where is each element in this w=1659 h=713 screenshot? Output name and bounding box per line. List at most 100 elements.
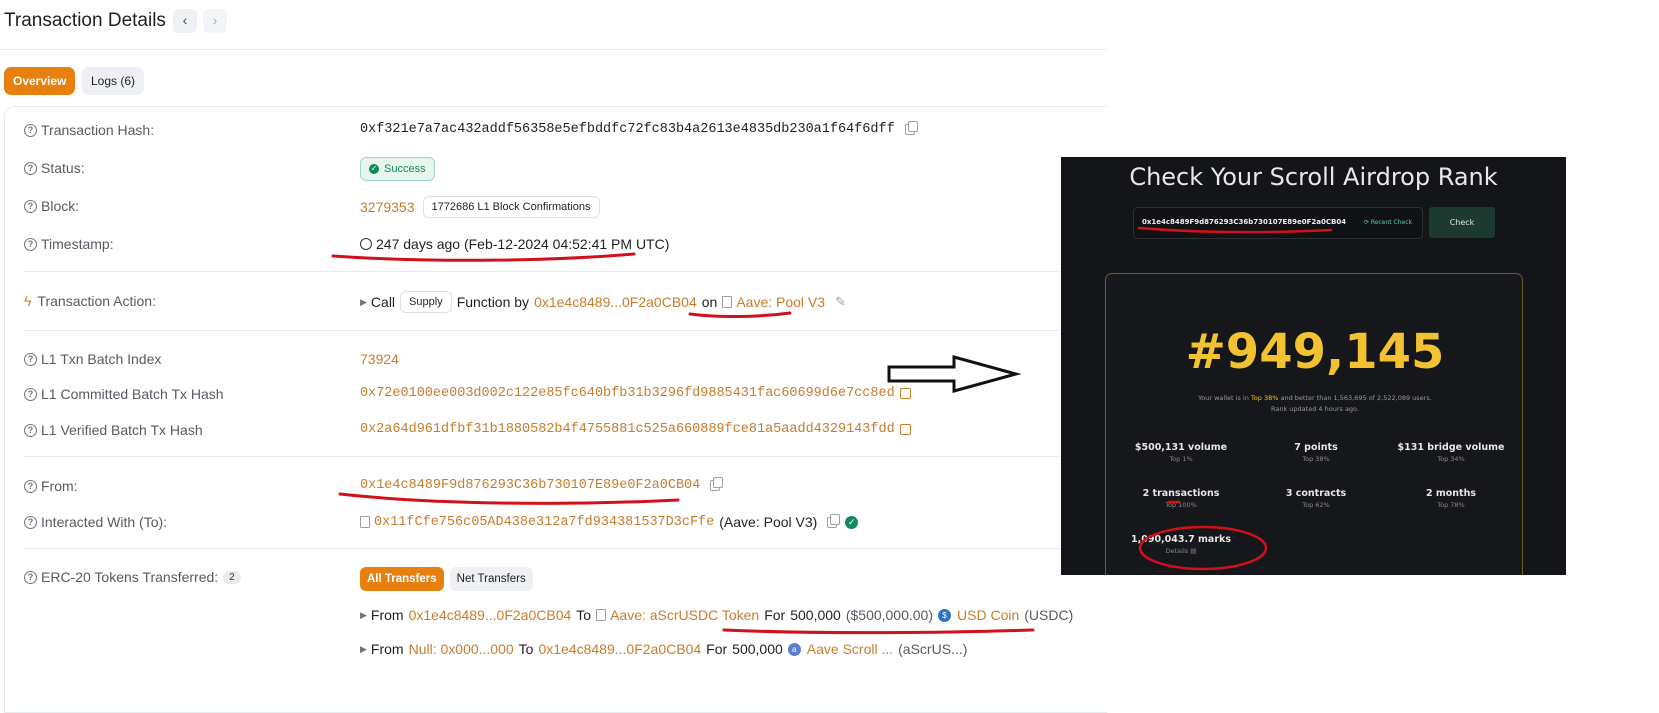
usdc-token-icon: $ (938, 608, 952, 622)
tx-hash-label: ? Transaction Hash: (24, 122, 154, 138)
page-title: Transaction Details (4, 10, 166, 31)
from-word: From (370, 641, 404, 657)
to-word: To (576, 607, 592, 623)
status-value: ✓ Success (360, 157, 435, 181)
confirmations-badge: 1772686 L1 Block Confirmations (422, 196, 600, 218)
l1-verified-link[interactable]: 0x2a64d961dfbf31b1880582b4f4755881c525a6… (360, 422, 895, 437)
help-icon: ? (24, 515, 37, 529)
net-transfers-button[interactable]: Net Transfers (449, 567, 533, 591)
token-link[interactable]: Aave Scroll ... (807, 641, 893, 657)
l1-committed-label: ? L1 Committed Batch Tx Hash (24, 386, 224, 402)
function-by-text: Function by (456, 294, 530, 310)
previous-tx-button[interactable]: ‹ (173, 9, 197, 33)
action-from-link[interactable]: 0x1e4c8489...0F2a0CB04 (534, 294, 697, 310)
caret-right-icon: ▶ (360, 296, 367, 307)
action-call-text: Call (370, 294, 396, 310)
help-icon: ? (24, 161, 37, 175)
external-link-icon[interactable] (899, 424, 911, 435)
stat-transactions: 2 transactions Top 100% (1142, 488, 1220, 509)
help-icon: ? (24, 479, 37, 493)
wallet-percentile-text: Your wallet is in Top 38% and better tha… (1198, 394, 1432, 402)
divider (24, 548, 1107, 549)
all-transfers-button[interactable]: All Transfers (360, 567, 444, 591)
transfer-amount: 500,000 (732, 641, 783, 657)
wallet-address-text: 0x1e4c8489F9d876293C36b730107E89e0F2a0CB… (1142, 218, 1347, 226)
token-link[interactable]: USD Coin (957, 607, 1019, 623)
block-label: ? Block: (24, 198, 79, 214)
erc20-filter-buttons: All Transfers Net Transfers (360, 567, 533, 591)
tx-hash-text: 0xf321e7a7ac432addf56358e5efbddfc72fc83b… (360, 122, 895, 137)
l1-committed-link[interactable]: 0x72e0100ee003d002c122e85fc640bfb31b3296… (360, 386, 895, 401)
help-icon: ? (24, 199, 37, 213)
l1-batch-index-label: ? L1 Txn Batch Index (24, 351, 161, 367)
method-badge: Supply (400, 291, 452, 313)
tab-overview[interactable]: Overview (4, 67, 76, 95)
from-address-link[interactable]: 0x1e4c8489F9d876293C36b730107E89e0F2a0CB… (360, 478, 700, 493)
token-symbol: (aScrUS...) (898, 641, 968, 657)
to-word: To (518, 641, 534, 657)
caret-right-icon: ▶ (360, 643, 367, 654)
check-button[interactable]: Check (1429, 207, 1495, 238)
copy-icon[interactable] (827, 513, 841, 528)
verified-check-icon: ✓ (845, 515, 859, 529)
action-contract-link[interactable]: Aave: Pool V3 (736, 294, 825, 310)
from-word: From (370, 607, 404, 623)
divider (24, 456, 1107, 457)
from-label: ? From: (24, 478, 78, 494)
divider (24, 271, 1107, 272)
stat-bridge-volume: $131 bridge volume Top 34% (1397, 442, 1505, 463)
stat-contracts: 3 contracts Top 62% (1285, 488, 1347, 509)
airdrop-rank-screenshot: Check Your Scroll Airdrop Rank 0x1e4c848… (1061, 157, 1566, 575)
transfer-amount: 500,000 (790, 607, 841, 623)
help-icon: ? (24, 237, 37, 251)
airdrop-title: Check Your Scroll Airdrop Rank (1129, 163, 1498, 191)
status-label: ? Status: (24, 160, 85, 176)
contract-doc-icon (360, 516, 370, 528)
transfer-to-link[interactable]: Aave: aScrUSDC Token (610, 607, 759, 623)
transfer-usd-value: ($500,000.00) (845, 607, 934, 623)
tx-hash-value: 0xf321e7a7ac432addf56358e5efbddfc72fc83b… (360, 121, 918, 137)
help-icon: ? (24, 570, 37, 584)
help-icon: ? (24, 123, 37, 137)
to-value: 0x11fCfe756c05AD438e312a7fd934381537D3cF… (360, 513, 859, 530)
help-icon: ? (24, 352, 37, 366)
help-icon: ? (24, 423, 37, 437)
arrow-right-icon (887, 355, 1022, 393)
copy-icon[interactable] (710, 477, 724, 491)
stat-marks: 1,090,043.7 marks Details ▤ (1121, 534, 1241, 555)
recent-check-link[interactable]: ⟳ Recent Check (1364, 219, 1412, 226)
transfer-from-link[interactable]: 0x1e4c8489...0F2a0CB04 (409, 607, 572, 623)
for-word: For (706, 641, 728, 657)
next-tx-button[interactable]: › (203, 9, 227, 33)
tx-action-value: ▶ Call Supply Function by 0x1e4c8489...0… (360, 291, 846, 313)
token-symbol: (USDC) (1024, 607, 1074, 623)
stat-months: 2 months Top 78% (1425, 488, 1477, 509)
l1-verified-label: ? L1 Verified Batch Tx Hash (24, 422, 203, 438)
tx-action-label: ϟ Transaction Action: (24, 293, 156, 309)
help-icon: ? (24, 387, 37, 401)
block-link[interactable]: 3279353 (360, 199, 415, 215)
to-address-link[interactable]: 0x11fCfe756c05AD438e312a7fd934381537D3cF… (374, 515, 714, 530)
from-value: 0x1e4c8489F9d876293C36b730107E89e0F2a0CB… (360, 477, 724, 493)
status-badge: ✓ Success (360, 157, 435, 181)
l1-verified-value: 0x2a64d961dfbf31b1880582b4f4755881c525a6… (360, 422, 911, 437)
contract-doc-icon (596, 609, 607, 621)
rank-value: #949,145 (1185, 324, 1445, 380)
copy-icon[interactable] (904, 121, 918, 135)
pencil-icon[interactable]: ✎ (835, 294, 846, 310)
rank-updated-text: Rank updated 4 hours ago. (1271, 405, 1359, 413)
l1-batch-index-link[interactable]: 73924 (360, 351, 399, 367)
wallet-address-input[interactable]: 0x1e4c8489F9d876293C36b730107E89e0F2a0CB… (1133, 207, 1423, 239)
timestamp-value: 247 days ago (Feb-12-2024 04:52:41 PM UT… (360, 236, 669, 252)
divider (24, 330, 1107, 331)
marks-details-link[interactable]: Details ▤ (1121, 547, 1241, 555)
block-value: 3279353 1772686 L1 Block Confirmations (360, 196, 600, 218)
tab-logs[interactable]: Logs (6) (82, 67, 145, 95)
action-on-text: on (701, 294, 718, 310)
for-word: For (764, 607, 786, 623)
transfer-from-link[interactable]: Null: 0x000...000 (409, 641, 514, 657)
erc20-label: ? ERC-20 Tokens Transferred: 2 (24, 569, 241, 585)
stat-points: 7 points Top 38% (1294, 442, 1338, 463)
contract-doc-icon (722, 296, 733, 308)
transfer-to-link[interactable]: 0x1e4c8489...0F2a0CB04 (538, 641, 701, 657)
